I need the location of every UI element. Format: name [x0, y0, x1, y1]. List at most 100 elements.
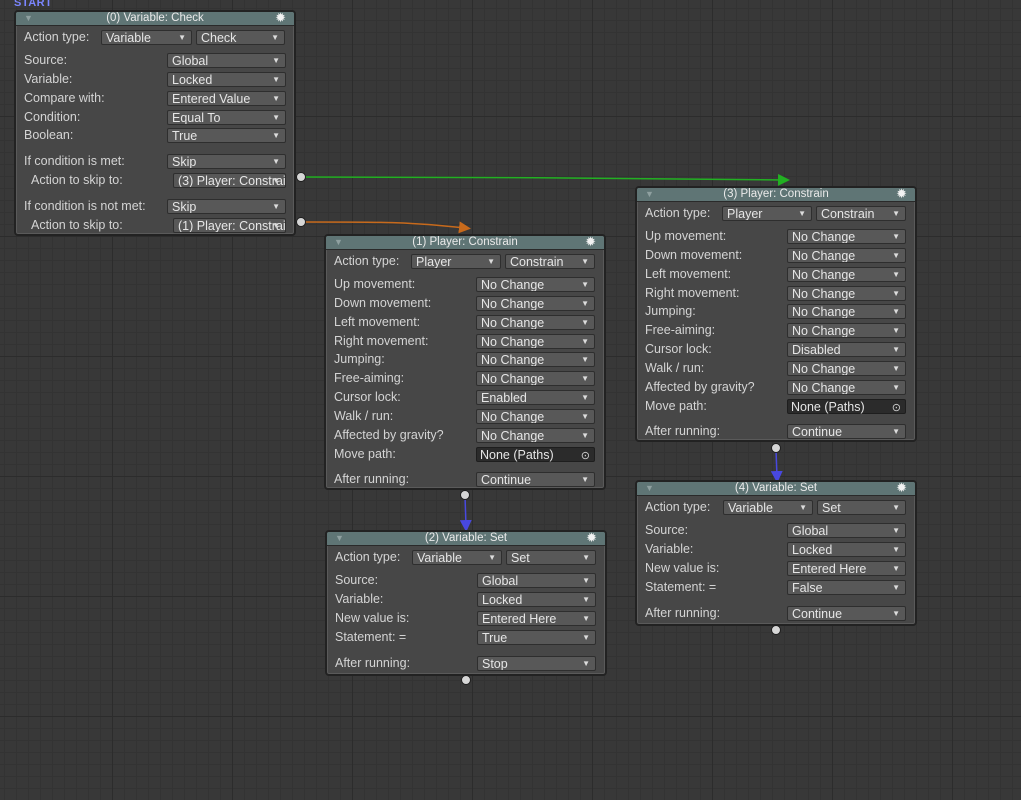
up-movement-dropdown[interactable]: No Change: [476, 277, 595, 292]
move-path-field[interactable]: None (Paths) ⊙: [787, 399, 906, 414]
walk-run-dropdown[interactable]: No Change: [787, 361, 906, 376]
gravity-label: Affected by gravity?: [334, 428, 444, 442]
after-running-dropdown[interactable]: Continue: [476, 472, 595, 487]
gear-icon[interactable]: ✹: [585, 235, 596, 248]
gear-icon[interactable]: ✹: [896, 481, 907, 494]
action-category-dropdown[interactable]: Variable: [412, 550, 502, 565]
free-aiming-dropdown[interactable]: No Change: [787, 323, 906, 338]
gravity-label: Affected by gravity?: [645, 380, 755, 394]
output-socket-not-met[interactable]: [296, 217, 306, 227]
node-header[interactable]: ▼ (2) Variable: Set ✹: [327, 531, 605, 546]
action-category-dropdown[interactable]: Variable: [101, 30, 192, 45]
node-title: (3) Player: Constrain: [723, 188, 829, 200]
left-movement-dropdown[interactable]: No Change: [787, 267, 906, 282]
node-title: (0) Variable: Check: [106, 12, 204, 24]
node-header[interactable]: ▼ (1) Player: Constrain ✹: [326, 235, 604, 250]
collapse-triangle-icon[interactable]: ▼: [645, 188, 654, 201]
left-movement-dropdown[interactable]: No Change: [476, 315, 595, 330]
statement-label: Statement: =: [335, 630, 407, 644]
variable-dropdown[interactable]: Locked: [477, 592, 596, 607]
right-movement-dropdown[interactable]: No Change: [787, 286, 906, 301]
skip-not-met-dropdown[interactable]: (1) Player: Constrain: [173, 218, 286, 233]
action-category-dropdown[interactable]: Player: [411, 254, 501, 269]
variable-dropdown[interactable]: Locked: [787, 542, 906, 557]
action-type-label: Action type:: [24, 30, 90, 44]
skip-met-dropdown[interactable]: (3) Player: Constrain: [173, 173, 286, 188]
node-header[interactable]: ▼ (0) Variable: Check ✹: [16, 11, 294, 26]
action-subtype-dropdown[interactable]: Set: [506, 550, 596, 565]
condition-label: Condition:: [24, 110, 81, 124]
new-value-dropdown[interactable]: Entered Here: [787, 561, 906, 576]
output-socket[interactable]: [460, 490, 470, 500]
down-movement-dropdown[interactable]: No Change: [787, 248, 906, 263]
action-node-3[interactable]: ▼ (3) Player: Constrain ✹ Action type: P…: [635, 186, 917, 442]
right-movement-dropdown[interactable]: No Change: [476, 334, 595, 349]
after-running-dropdown[interactable]: Continue: [787, 606, 906, 621]
jumping-label: Jumping:: [645, 304, 696, 318]
cursor-lock-dropdown[interactable]: Enabled: [476, 390, 595, 405]
object-picker-icon[interactable]: ⊙: [892, 401, 901, 415]
action-node-4[interactable]: ▼ (4) Variable: Set ✹ Action type: Varia…: [635, 480, 917, 626]
statement-dropdown[interactable]: False: [787, 580, 906, 595]
up-movement-dropdown[interactable]: No Change: [787, 229, 906, 244]
wire-not-met-to-node1: [300, 221, 471, 234]
output-socket[interactable]: [771, 443, 781, 453]
action-type-label: Action type:: [645, 500, 711, 514]
action-subtype-dropdown[interactable]: Constrain: [816, 206, 906, 221]
collapse-triangle-icon[interactable]: ▼: [24, 12, 33, 25]
cursor-lock-dropdown[interactable]: Disabled: [787, 342, 906, 357]
boolean-dropdown[interactable]: True: [167, 128, 286, 143]
compare-with-dropdown[interactable]: Entered Value: [167, 91, 286, 106]
free-aiming-dropdown[interactable]: No Change: [476, 371, 595, 386]
action-subtype-dropdown[interactable]: Set: [817, 500, 906, 515]
collapse-triangle-icon[interactable]: ▼: [645, 482, 654, 495]
action-node-0[interactable]: ▼ (0) Variable: Check ✹ Action type: Var…: [14, 10, 296, 236]
start-label: START: [14, 0, 53, 9]
after-running-label: After running:: [335, 656, 411, 670]
output-socket[interactable]: [461, 675, 471, 685]
output-socket-met[interactable]: [296, 172, 306, 182]
skip-met-label: Action to skip to:: [31, 173, 123, 187]
gear-icon[interactable]: ✹: [896, 187, 907, 200]
if-met-dropdown[interactable]: Skip: [167, 154, 286, 169]
collapse-triangle-icon[interactable]: ▼: [335, 532, 344, 545]
after-running-dropdown[interactable]: Continue: [787, 424, 906, 439]
action-subtype-dropdown[interactable]: Check: [196, 30, 285, 45]
move-path-field[interactable]: None (Paths) ⊙: [476, 447, 595, 462]
after-running-label: After running:: [645, 424, 721, 438]
walk-run-dropdown[interactable]: No Change: [476, 409, 595, 424]
gear-icon[interactable]: ✹: [275, 11, 286, 24]
move-path-label: Move path:: [645, 399, 707, 413]
gravity-dropdown[interactable]: No Change: [787, 380, 906, 395]
object-picker-icon[interactable]: ⊙: [581, 449, 590, 463]
gravity-dropdown[interactable]: No Change: [476, 428, 595, 443]
right-movement-label: Right movement:: [645, 286, 740, 300]
down-movement-dropdown[interactable]: No Change: [476, 296, 595, 311]
if-not-met-label: If condition is not met:: [24, 199, 146, 213]
action-node-2[interactable]: ▼ (2) Variable: Set ✹ Action type: Varia…: [325, 530, 607, 676]
after-running-dropdown[interactable]: Stop: [477, 656, 596, 671]
new-value-label: New value is:: [335, 611, 410, 625]
node-header[interactable]: ▼ (4) Variable: Set ✹: [637, 481, 915, 496]
action-node-1[interactable]: ▼ (1) Player: Constrain ✹ Action type: P…: [324, 234, 606, 490]
node-header[interactable]: ▼ (3) Player: Constrain ✹: [637, 187, 915, 202]
jumping-dropdown[interactable]: No Change: [787, 304, 906, 319]
up-movement-label: Up movement:: [334, 277, 416, 291]
statement-dropdown[interactable]: True: [477, 630, 596, 645]
condition-dropdown[interactable]: Equal To: [167, 110, 286, 125]
source-dropdown[interactable]: Global: [167, 53, 286, 68]
source-dropdown[interactable]: Global: [477, 573, 596, 588]
source-label: Source:: [24, 53, 68, 67]
action-category-dropdown[interactable]: Player: [722, 206, 812, 221]
source-dropdown[interactable]: Global: [787, 523, 906, 538]
gear-icon[interactable]: ✹: [586, 531, 597, 544]
node-title: (1) Player: Constrain: [412, 236, 518, 248]
collapse-triangle-icon[interactable]: ▼: [334, 236, 343, 249]
new-value-dropdown[interactable]: Entered Here: [477, 611, 596, 626]
output-socket[interactable]: [771, 625, 781, 635]
jumping-dropdown[interactable]: No Change: [476, 352, 595, 367]
if-not-met-dropdown[interactable]: Skip: [167, 199, 286, 214]
variable-dropdown[interactable]: Locked: [167, 72, 286, 87]
action-subtype-dropdown[interactable]: Constrain: [505, 254, 595, 269]
action-category-dropdown[interactable]: Variable: [723, 500, 813, 515]
